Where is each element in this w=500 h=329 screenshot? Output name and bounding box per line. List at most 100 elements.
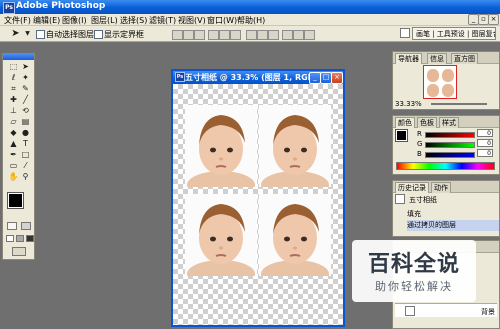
lasso-tool-icon[interactable]: ℓ (8, 73, 19, 83)
magic-wand-tool-icon[interactable]: ✦ (20, 73, 31, 83)
close-icon[interactable]: × (488, 14, 499, 25)
dodge-tool-icon[interactable]: ● (20, 128, 31, 138)
baby-photo-2 (259, 105, 331, 187)
tab-info[interactable]: 信息 (427, 53, 447, 64)
marquee-tool-icon[interactable]: ⬚ (8, 62, 19, 72)
palette-well-tabs[interactable]: 画笔 | 工具预设 | 图层复合 (412, 27, 496, 40)
screen-mode-full-icon[interactable] (26, 235, 34, 242)
crop-tool-icon[interactable]: ⌗ (8, 84, 19, 94)
channel-r-value[interactable]: 0 (477, 129, 493, 137)
hand-tool-icon[interactable]: ✋ (8, 172, 19, 182)
menu-window[interactable]: 窗口(W) (207, 15, 237, 26)
distribute-left-icon[interactable] (282, 30, 293, 40)
photoshop-app-icon: Ps (3, 2, 15, 14)
menu-edit[interactable]: 编辑(E) (33, 15, 60, 26)
screen-mode-standard-icon[interactable] (6, 235, 14, 242)
slice-tool-icon[interactable]: ✎ (20, 84, 31, 94)
history-item-fill[interactable]: 填充 (407, 209, 499, 220)
document-icon: Ps (175, 72, 185, 82)
watermark-logo: 百科全说 助你轻松解决 (352, 240, 476, 302)
align-right-icon[interactable] (230, 30, 241, 40)
file-browser-icon[interactable] (400, 28, 410, 38)
tab-color[interactable]: 颜色 (395, 117, 415, 128)
pen-tool-icon[interactable]: ✒ (8, 150, 19, 160)
baby-photo-4 (259, 194, 331, 276)
show-bounding-box-checkbox[interactable] (94, 30, 103, 39)
menu-file[interactable]: 文件(F) (4, 15, 31, 26)
channel-g-slider[interactable] (425, 142, 475, 148)
menu-filter[interactable]: 滤镜(T) (149, 15, 176, 26)
tools-palette-title-bar[interactable] (3, 54, 34, 60)
channel-r-slider[interactable] (425, 132, 475, 138)
eraser-tool-icon[interactable]: ▱ (8, 117, 19, 127)
distribute-hcenter-icon[interactable] (293, 30, 304, 40)
color-palette: 颜色 色板 样式 R G B 0 0 0 (392, 115, 500, 175)
tab-actions[interactable]: 动作 (431, 182, 451, 193)
tab-history[interactable]: 历史记录 (395, 182, 429, 193)
align-vcenter-icon[interactable] (183, 30, 194, 40)
align-hcenter-icon[interactable] (219, 30, 230, 40)
history-document-name[interactable]: 五寸相纸 (409, 195, 437, 205)
zoom-tool-icon[interactable]: ⚲ (20, 172, 31, 182)
menu-bar: 文件(F) 编辑(E) 图像(I) 图层(L) 选择(S) 滤镜(T) 视图(V… (0, 14, 500, 26)
layer-thumbnail (405, 306, 415, 316)
type-tool-icon[interactable]: T (20, 139, 31, 149)
healing-brush-tool-icon[interactable]: ✚ (8, 95, 19, 105)
shape-tool-icon[interactable]: □ (20, 150, 31, 160)
channel-r-label: R (417, 130, 422, 138)
history-brush-tool-icon[interactable]: ⟲ (20, 106, 31, 116)
gradient-tool-icon[interactable]: ▤ (20, 117, 31, 127)
channel-b-value[interactable]: 0 (477, 149, 493, 157)
tab-histogram[interactable]: 直方图 (451, 53, 478, 64)
tab-swatches[interactable]: 色板 (417, 117, 437, 128)
distribute-right-icon[interactable] (304, 30, 315, 40)
move-tool-icon[interactable]: ➤ (20, 62, 31, 72)
menu-select[interactable]: 选择(S) (120, 15, 147, 26)
color-ramp[interactable] (396, 162, 495, 170)
document-canvas[interactable] (173, 84, 343, 325)
align-top-icon[interactable] (172, 30, 183, 40)
tab-navigator[interactable]: 导航器 (395, 53, 422, 64)
navigator-zoom-slider[interactable] (431, 103, 487, 105)
doc-close-icon[interactable]: × (331, 72, 343, 84)
history-item-layer-via-copy[interactable]: 通过拷贝的图层 (407, 220, 499, 231)
foreground-color-swatch[interactable] (7, 192, 24, 209)
channel-g-value[interactable]: 0 (477, 139, 493, 147)
align-left-icon[interactable] (208, 30, 219, 40)
color-foreground-swatch[interactable] (395, 129, 408, 142)
auto-select-layer-checkbox[interactable] (36, 30, 45, 39)
navigator-tabs: 导航器 信息 直方图 (393, 52, 499, 64)
tab-styles[interactable]: 样式 (439, 117, 459, 128)
move-tool-preset-icon[interactable]: ➤ (10, 29, 21, 39)
eyedropper-tool-icon[interactable]: ⁄ (20, 161, 31, 171)
brush-tool-icon[interactable]: ╱ (20, 95, 31, 105)
align-bottom-icon[interactable] (194, 30, 205, 40)
menu-image[interactable]: 图像(I) (62, 15, 87, 26)
standard-mode-icon[interactable] (7, 222, 17, 230)
notes-tool-icon[interactable]: ▭ (8, 161, 19, 171)
distribute-bottom-icon[interactable] (268, 30, 279, 40)
quick-mask-icon[interactable] (21, 222, 31, 230)
baby-photo-1 (185, 105, 257, 187)
distribute-vcenter-icon[interactable] (257, 30, 268, 40)
clone-stamp-tool-icon[interactable]: ⊥ (8, 106, 19, 116)
document-title-bar[interactable]: Ps 五寸相纸 @ 33.3% (图层 1, RGB/16) _ □ × (173, 71, 343, 84)
channel-b-label: B (417, 150, 422, 158)
channel-b-slider[interactable] (425, 152, 475, 158)
layer-row-background[interactable]: 背景 (395, 303, 497, 317)
tools-palette: ⬚ ➤ ℓ ✦ ⌗ ✎ ✚ ╱ ⊥ ⟲ ▱ ▤ ◆ ● ▲ T ✒ □ ▭ ⁄ … (2, 53, 35, 260)
navigator-zoom-value[interactable]: 33.33% (395, 100, 422, 108)
navigator-thumbnail[interactable] (423, 65, 457, 99)
channel-g-label: G (417, 140, 423, 148)
menu-help[interactable]: 帮助(H) (237, 15, 265, 26)
menu-layer[interactable]: 图层(L) (91, 15, 118, 26)
path-selection-tool-icon[interactable]: ▲ (8, 139, 19, 149)
imageready-jump-icon[interactable] (12, 247, 26, 256)
screen-mode-menubar-icon[interactable] (16, 235, 24, 242)
menu-view[interactable]: 视图(V) (178, 15, 206, 26)
chevron-down-icon[interactable]: ▼ (22, 29, 33, 39)
blur-tool-icon[interactable]: ◆ (8, 128, 19, 138)
distribute-top-icon[interactable] (246, 30, 257, 40)
history-palette: 历史记录 动作 五寸相纸 填充 通过拷贝的图层 (392, 180, 500, 237)
history-tabs: 历史记录 动作 (393, 181, 499, 193)
